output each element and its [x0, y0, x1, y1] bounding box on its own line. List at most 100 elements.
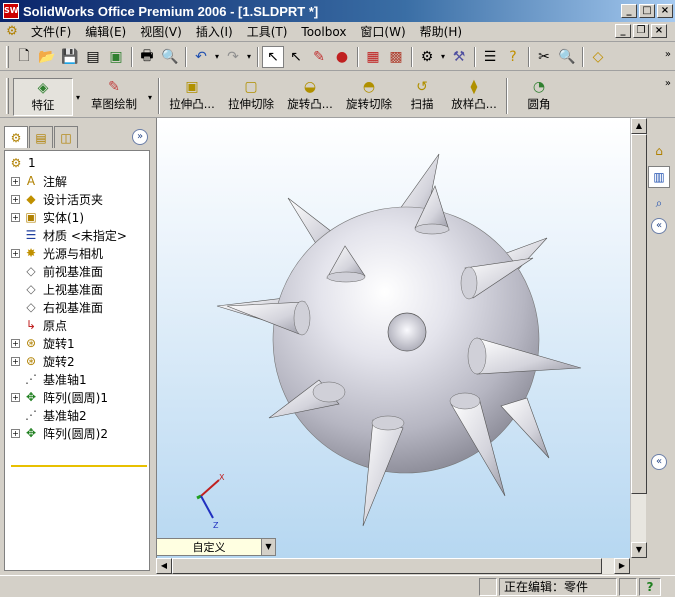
status-help-icon[interactable]: ? [639, 577, 661, 596]
tree-item[interactable]: ⋰ 基准轴1 [5, 370, 149, 388]
scroll-up-button[interactable]: ▲ [631, 118, 647, 134]
maximize-button[interactable]: □ [639, 4, 655, 18]
sketch-dropdown-icon[interactable]: ▾ [145, 78, 155, 116]
view-orientation-select[interactable]: 自定义 ▼ [156, 538, 276, 556]
select-icon[interactable]: ↖ [262, 45, 284, 68]
chevron-down-icon[interactable]: ▼ [261, 539, 275, 555]
make-assembly-icon[interactable]: ▣ [105, 46, 127, 68]
tab-configuration-manager[interactable]: ◫ [54, 126, 78, 148]
menu-view[interactable]: 视图(V) [133, 23, 189, 40]
menu-help[interactable]: 帮助(H) [413, 23, 469, 40]
print-icon[interactable]: 🖶 [136, 46, 158, 68]
expand-task-pane-bottom-icon[interactable]: « [651, 454, 667, 470]
expand-toggle-icon[interactable]: + [11, 338, 20, 348]
expand-toggle-icon[interactable]: + [11, 356, 20, 366]
tree-item[interactable]: ◇ 右视基准面 [5, 298, 149, 316]
tree-item[interactable]: ⋰ 基准轴2 [5, 406, 149, 424]
features-tab-button[interactable]: ◈ 特征 [13, 78, 73, 116]
undo-icon[interactable]: ↶ [190, 46, 212, 68]
collapse-pane-icon[interactable]: » [132, 129, 148, 145]
extrude-boss-button[interactable]: ▣ 拉伸凸... [163, 78, 221, 116]
graphics-viewport[interactable]: X Z [156, 118, 630, 558]
tree-item[interactable]: + ✥ 阵列(圆周)2 [5, 424, 149, 442]
tree-item[interactable]: + ⊛ 旋转2 [5, 352, 149, 370]
menu-insert[interactable]: 插入(I) [189, 23, 240, 40]
close-button[interactable]: × [657, 4, 673, 18]
expand-toggle-icon[interactable]: + [11, 428, 20, 438]
revolve-boss-button[interactable]: ◒ 旋转凸... [281, 78, 339, 116]
tree-item[interactable]: + A 注解 [5, 172, 149, 190]
fillet-button[interactable]: ◔ 圆角 [511, 78, 567, 116]
vertical-scrollbar[interactable]: ▲ ▼ [630, 118, 647, 558]
tree-item[interactable]: ◇ 前视基准面 [5, 262, 149, 280]
new-file-icon[interactable]: 🗋 [13, 46, 35, 68]
horizontal-scrollbar[interactable]: ◀ ▶ [156, 558, 630, 574]
menu-edit[interactable]: 编辑(E) [78, 23, 133, 40]
print-preview-icon[interactable]: 🔍 [159, 46, 181, 68]
tree-item[interactable]: ◇ 上视基准面 [5, 280, 149, 298]
texture-icon[interactable]: ▩ [385, 46, 407, 68]
horizontal-scroll-thumb[interactable] [172, 558, 602, 574]
measure-icon[interactable]: ✂ [533, 46, 555, 68]
save-icon[interactable]: 💾 [59, 46, 81, 68]
sweep-button[interactable]: ↺ 扫描 [399, 78, 445, 116]
tree-item[interactable]: + ⊛ 旋转1 [5, 334, 149, 352]
tab-feature-manager[interactable]: ⚙ [4, 126, 28, 148]
open-file-icon[interactable]: 📂 [36, 46, 58, 68]
tree-root[interactable]: ⚙ 1 [5, 154, 149, 172]
expand-toggle-icon[interactable]: + [11, 392, 20, 402]
expand-toggle-icon[interactable]: + [11, 212, 20, 222]
menu-file[interactable]: 文件(F) [24, 23, 78, 40]
select-filter-icon[interactable]: ↖ [285, 46, 307, 68]
task-pane-library-button[interactable]: ▥ [648, 166, 670, 188]
expand-toggle-icon[interactable]: + [11, 194, 20, 204]
make-drawing-icon[interactable]: ▤ [82, 46, 104, 68]
grid-icon[interactable]: ▦ [362, 46, 384, 68]
menu-tools[interactable]: 工具(T) [240, 23, 295, 40]
redo-dropdown-icon[interactable]: ▾ [245, 46, 253, 68]
doc-minimize-button[interactable]: _ [615, 24, 631, 38]
vertical-scroll-thumb[interactable] [631, 134, 647, 494]
help-icon[interactable]: ? [502, 46, 524, 68]
extrude-cut-button[interactable]: ▢ 拉伸切除 [221, 78, 281, 116]
toolbar-overflow-icon[interactable]: » [665, 49, 671, 60]
expand-task-pane-icon[interactable]: « [651, 218, 667, 234]
revolve-cut-button[interactable]: ◓ 旋转切除 [339, 78, 399, 116]
options-icon[interactable]: ⚙ [416, 46, 438, 68]
minimize-button[interactable]: _ [621, 4, 637, 18]
tab-property-manager[interactable]: ▤ [29, 126, 53, 148]
expand-toggle-icon[interactable]: + [11, 248, 20, 258]
loft-button[interactable]: ⧫ 放样凸... [445, 78, 503, 116]
features-dropdown-icon[interactable]: ▾ [73, 78, 83, 116]
undo-dropdown-icon[interactable]: ▾ [213, 46, 221, 68]
solidworks-app-icon[interactable]: SW [3, 3, 19, 19]
tree-item[interactable]: + ✸ 光源与相机 [5, 244, 149, 262]
sketch-tab-button[interactable]: ✎ 草图绘制 [83, 78, 145, 116]
menu-toolbox[interactable]: Toolbox [294, 25, 353, 39]
rollback-bar[interactable] [11, 465, 147, 467]
scroll-left-button[interactable]: ◀ [156, 558, 172, 574]
task-pane-search-button[interactable]: ⌕ [648, 192, 670, 214]
document-menu-icon[interactable]: ⚙ [4, 24, 20, 40]
redo-icon[interactable]: ↷ [222, 46, 244, 68]
traffic-light-icon[interactable]: ● [331, 46, 353, 68]
scroll-right-button[interactable]: ▶ [614, 558, 630, 574]
doc-restore-button[interactable]: ❐ [633, 24, 649, 38]
toolbar-grip[interactable] [6, 45, 9, 68]
doc-close-button[interactable]: × [651, 24, 667, 38]
properties-icon[interactable]: ☰ [479, 46, 501, 68]
rebuild-icon[interactable]: ✎ [308, 46, 330, 68]
model-view[interactable]: X Z [157, 118, 630, 558]
tree-item[interactable]: + ◆ 设计活页夹 [5, 190, 149, 208]
task-pane-home-button[interactable]: ⌂ [648, 140, 670, 162]
zoom-icon[interactable]: 🔍 [556, 46, 578, 68]
scroll-down-button[interactable]: ▼ [631, 542, 647, 558]
expand-toggle-icon[interactable]: + [11, 176, 20, 186]
customize-icon[interactable]: ⚒ [448, 46, 470, 68]
tree-item[interactable]: ↳ 原点 [5, 316, 149, 334]
feature-toolbar-overflow-icon[interactable]: » [665, 78, 671, 89]
tree-item[interactable]: ☰ 材质 <未指定> [5, 226, 149, 244]
view-orientation-icon[interactable]: ◇ [587, 46, 609, 68]
tree-item[interactable]: + ✥ 阵列(圆周)1 [5, 388, 149, 406]
tree-item[interactable]: + ▣ 实体(1) [5, 208, 149, 226]
